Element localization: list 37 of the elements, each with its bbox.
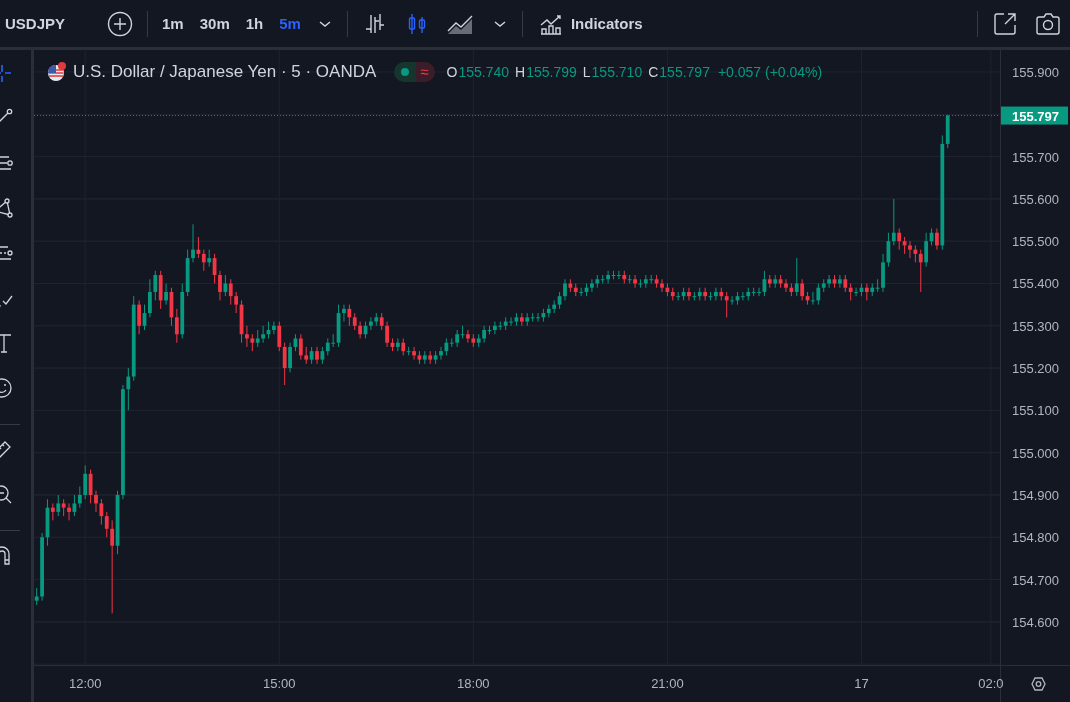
ohlc-label: L [582,64,591,80]
symbol-button[interactable]: USDJPY [5,15,66,32]
time-axis-label: 18:00 [457,676,490,691]
time-axis-label: 02:0 [978,676,1004,691]
ohlc-value: 155.799 [526,64,577,80]
price-change: +0.057 (+0.04%) [717,64,823,80]
time-axis-label: 12:00 [68,676,102,691]
price-axis-label: 154.900 [1012,487,1059,503]
price-axis-label: 155.000 [1012,445,1059,461]
price-axis-label: 155.400 [1012,276,1059,292]
y-tick-label: 155.797 [1012,108,1059,124]
indicators-button[interactable]: Indicators [570,15,643,32]
ohlc-value: 155.740 [458,64,510,80]
price-axis-label: 155.100 [1012,403,1059,419]
status-badge: ≈ [416,62,435,82]
price-axis-label: 154.700 [1012,572,1059,588]
price-axis-label: 155.200 [1012,361,1059,377]
ohlc-value: 155.710 [591,64,643,80]
ohlc-label: O [446,64,458,80]
price-axis-label: 155.600 [1012,191,1059,207]
time-axis-label: 15:00 [263,676,296,691]
interval-tab[interactable]: 30m [199,15,230,32]
price-axis-label: 155.300 [1012,318,1059,334]
ohlc-label: C [648,64,659,80]
price-axis-label: 155.500 [1012,234,1059,250]
interval-tab[interactable]: 5m [279,15,301,32]
interval-tab[interactable]: 1h [245,15,264,32]
interval-tab[interactable]: 1m [162,15,184,32]
time-axis-label: 21:00 [651,676,684,691]
symbol-title: U.S. Dollar / Japanese Yen · 5 · OANDA [73,62,377,82]
price-axis-label: 154.800 [1012,530,1059,546]
ohlc-label: H [515,64,526,80]
price-axis-label: 155.900 [1012,65,1059,80]
price-axis-label: 154.600 [1012,614,1059,630]
time-axis-label: 17 [854,676,869,691]
price-axis-label: 155.700 [1012,149,1059,165]
ohlc-value: 155.797 [659,64,710,80]
